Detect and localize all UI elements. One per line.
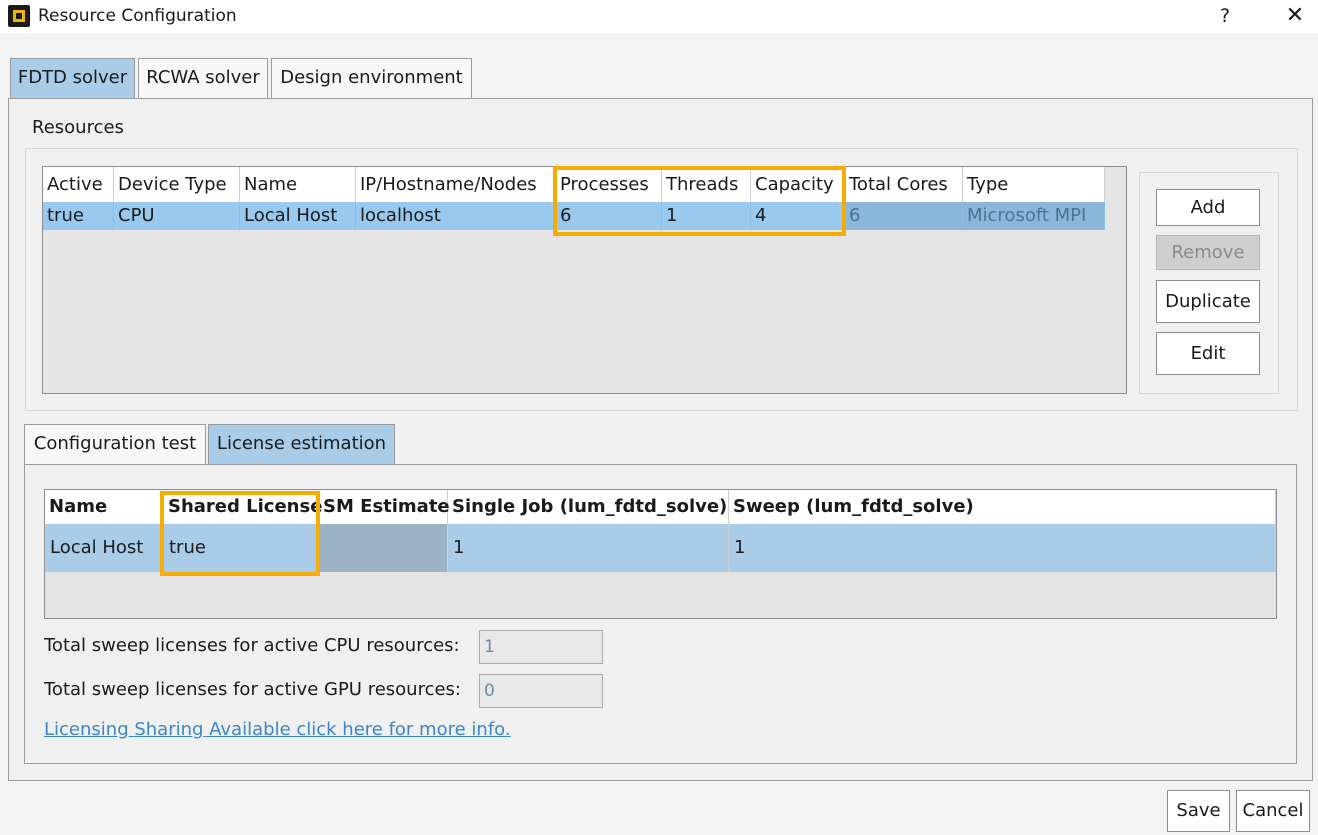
cell-hostname: localhost — [356, 202, 556, 230]
resources-label: Resources — [32, 117, 124, 138]
duplicate-button[interactable]: Duplicate — [1156, 280, 1260, 323]
gpu-licenses-label: Total sweep licenses for active GPU reso… — [44, 679, 461, 700]
save-button[interactable]: Save — [1167, 790, 1230, 832]
cpu-licenses-field[interactable]: 1 — [479, 630, 603, 664]
add-button[interactable]: Add — [1156, 189, 1260, 226]
license-header-row: Name Shared License SM Estimate Single J… — [45, 490, 1276, 524]
col-hostname[interactable]: IP/Hostname/Nodes — [356, 167, 556, 202]
col-threads[interactable]: Threads — [662, 167, 751, 202]
cell-total-cores: 6 — [845, 202, 963, 230]
cell-sm-estimate — [319, 524, 448, 572]
col-name[interactable]: Name — [240, 167, 356, 202]
col-sweep[interactable]: Sweep (lum_fdtd_solve) — [729, 490, 1276, 524]
col-processes[interactable]: Processes — [556, 167, 662, 202]
remove-button[interactable]: Remove — [1156, 235, 1260, 270]
tab-license-estimation[interactable]: License estimation — [208, 424, 395, 464]
col-shared-license[interactable]: Shared License — [164, 490, 322, 524]
col-lic-name[interactable]: Name — [45, 490, 164, 524]
tab-rcwa-solver[interactable]: RCWA solver — [138, 58, 268, 98]
edit-button[interactable]: Edit — [1156, 332, 1260, 375]
cell-capacity: 4 — [751, 202, 845, 230]
table-row[interactable]: true CPU Local Host localhost 6 1 4 6 Mi… — [43, 202, 1105, 230]
cell-single-job: 1 — [448, 524, 729, 572]
tab-design-environment[interactable]: Design environment — [271, 58, 472, 98]
cell-threads: 1 — [662, 202, 751, 230]
cell-sweep: 1 — [729, 524, 1276, 572]
table-row[interactable]: Local Host true 1 1 — [45, 524, 1276, 572]
col-total-cores[interactable]: Total Cores — [845, 167, 963, 202]
cell-type: Microsoft MPI — [963, 202, 1105, 230]
cell-lic-name: Local Host — [45, 524, 164, 572]
help-button[interactable]: ? — [1212, 3, 1238, 29]
col-sm-estimate[interactable]: SM Estimate — [319, 490, 450, 524]
licensing-info-link[interactable]: Licensing Sharing Available click here f… — [44, 719, 511, 740]
cpu-licenses-label: Total sweep licenses for active CPU reso… — [44, 635, 460, 656]
cancel-button[interactable]: Cancel — [1236, 790, 1310, 832]
cell-device-type: CPU — [114, 202, 240, 230]
tab-fdtd-solver[interactable]: FDTD solver — [10, 58, 135, 98]
cell-shared-license: true — [164, 524, 319, 572]
resources-table[interactable]: Active Device Type Name IP/Hostname/Node… — [42, 166, 1127, 394]
cell-processes: 6 — [556, 202, 662, 230]
col-device-type[interactable]: Device Type — [114, 167, 240, 202]
cell-name: Local Host — [240, 202, 356, 230]
tab-configuration-test[interactable]: Configuration test — [24, 424, 206, 464]
cell-active: true — [43, 202, 114, 230]
col-active[interactable]: Active — [43, 167, 114, 202]
gpu-licenses-field[interactable]: 0 — [479, 674, 603, 708]
col-single-job[interactable]: Single Job (lum_fdtd_solve) — [448, 490, 729, 524]
window-title: Resource Configuration — [38, 6, 237, 26]
col-capacity[interactable]: Capacity — [751, 167, 845, 202]
close-button[interactable]: ✕ — [1280, 3, 1310, 29]
resources-header-row: Active Device Type Name IP/Hostname/Node… — [43, 167, 1105, 202]
col-type[interactable]: Type — [963, 167, 1105, 202]
app-icon — [8, 5, 30, 27]
license-table[interactable]: Name Shared License SM Estimate Single J… — [44, 489, 1277, 619]
